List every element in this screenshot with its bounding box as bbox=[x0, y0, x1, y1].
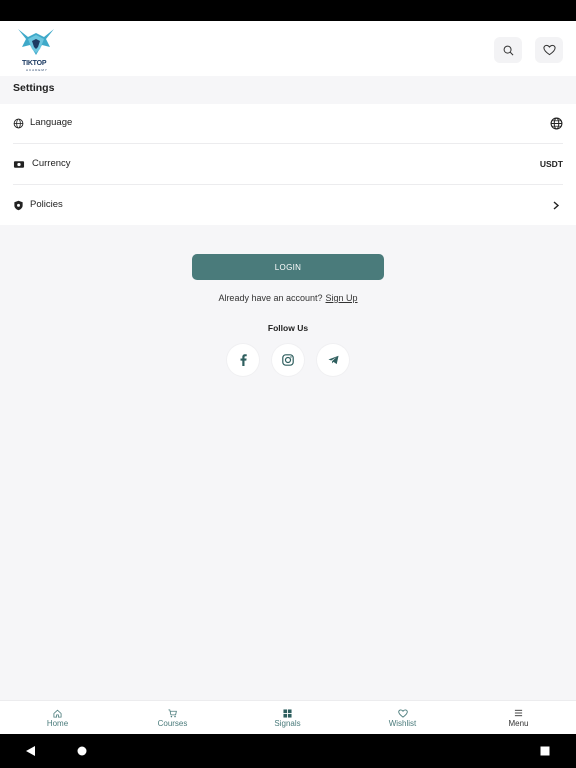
heart-icon bbox=[542, 44, 556, 56]
signup-link[interactable]: Sign Up bbox=[326, 293, 358, 303]
nav-wishlist[interactable]: Wishlist bbox=[345, 701, 460, 735]
globe-icon[interactable] bbox=[550, 117, 563, 130]
settings-row-language[interactable]: Language bbox=[0, 104, 576, 144]
menu-icon bbox=[514, 709, 523, 717]
back-icon[interactable] bbox=[25, 745, 36, 757]
settings-row-currency[interactable]: Currency USDT bbox=[0, 145, 576, 185]
nav-courses[interactable]: Courses bbox=[115, 701, 230, 735]
follow-us-title: Follow Us bbox=[267, 323, 309, 333]
nav-signals-label: Signals bbox=[274, 719, 301, 728]
search-button[interactable] bbox=[494, 37, 522, 63]
currency-value: USDT bbox=[539, 159, 563, 169]
search-icon bbox=[503, 45, 513, 55]
language-label: Language bbox=[30, 117, 73, 128]
account-prompt-text: Already have an account? bbox=[218, 293, 323, 303]
heart-icon bbox=[397, 708, 408, 718]
currency-label: Currency bbox=[32, 158, 71, 169]
nav-wishlist-label: Wishlist bbox=[388, 719, 417, 728]
android-nav-bar bbox=[0, 734, 576, 768]
telegram-button[interactable] bbox=[317, 344, 349, 376]
login-button[interactable]: LOGIN bbox=[192, 254, 384, 280]
telegram-icon bbox=[327, 355, 339, 365]
home-icon bbox=[53, 709, 62, 718]
logo-text: TIKTOP bbox=[22, 60, 47, 67]
cart-icon bbox=[168, 708, 177, 717]
nav-courses-label: Courses bbox=[157, 719, 188, 728]
policies-label: Policies bbox=[30, 199, 63, 210]
nav-menu[interactable]: Menu bbox=[461, 701, 576, 735]
account-prompt: Already have an account? Sign Up bbox=[0, 293, 576, 303]
settings-row-policies[interactable]: Policies bbox=[0, 185, 576, 225]
facebook-icon bbox=[240, 354, 247, 366]
home-circle-icon[interactable] bbox=[77, 746, 87, 756]
row-divider bbox=[13, 143, 563, 144]
bottom-nav: Home Courses Signals Wishlist Menu bbox=[0, 700, 576, 734]
status-bar bbox=[0, 0, 576, 21]
settings-title: Settings bbox=[13, 82, 55, 94]
shield-icon bbox=[14, 200, 23, 211]
recents-icon[interactable] bbox=[540, 746, 550, 756]
nav-home[interactable]: Home bbox=[0, 701, 115, 735]
instagram-icon bbox=[282, 354, 294, 366]
nav-signals[interactable]: Signals bbox=[230, 701, 345, 735]
cash-icon bbox=[13, 161, 25, 168]
settings-list: Language Currency USDT Policies bbox=[0, 104, 576, 225]
logo-subtext: ACADEMY bbox=[26, 68, 48, 72]
app-header: TIKTOP ACADEMY bbox=[0, 21, 576, 76]
grid-icon bbox=[283, 708, 292, 718]
nav-menu-label: Menu bbox=[508, 719, 529, 728]
chevron-right-icon bbox=[553, 201, 560, 210]
globe-icon bbox=[13, 118, 24, 129]
nav-home-label: Home bbox=[46, 719, 69, 728]
instagram-button[interactable] bbox=[272, 344, 304, 376]
facebook-button[interactable] bbox=[227, 344, 259, 376]
wishlist-button[interactable] bbox=[535, 37, 563, 63]
